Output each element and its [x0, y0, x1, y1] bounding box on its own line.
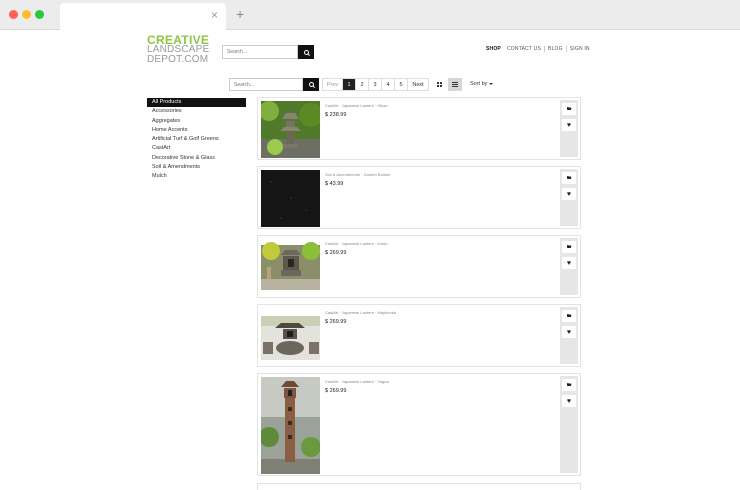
- add-to-cart-button[interactable]: [562, 379, 576, 391]
- list-view-icon: [452, 82, 458, 87]
- product-meta[interactable]: CastArt · Japanese Lantern · Mayhiruka: [325, 310, 396, 315]
- list-view-button[interactable]: [448, 78, 462, 91]
- cart-icon: [566, 107, 572, 110]
- product-image[interactable]: [261, 170, 320, 227]
- close-window-dot[interactable]: [9, 10, 18, 19]
- wishlist-button[interactable]: ♥: [562, 188, 576, 200]
- view-toggle: [432, 78, 462, 91]
- sidebar-item-accessories[interactable]: Accessories: [147, 107, 246, 116]
- minimize-window-dot[interactable]: [22, 10, 31, 19]
- maximize-window-dot[interactable]: [35, 10, 44, 19]
- grid-view-icon: [436, 82, 442, 87]
- browser-chrome: × +: [0, 0, 740, 30]
- sidebar-item-mulch[interactable]: Mulch: [147, 172, 246, 181]
- wishlist-button[interactable]: ♥: [562, 395, 576, 407]
- product-meta[interactable]: Soil & Amendments · Garden Builder: [325, 172, 390, 177]
- close-icon[interactable]: ×: [211, 8, 218, 22]
- product-card: Soil & Amendments · Garden Builder $ 43.…: [257, 166, 581, 229]
- heart-icon: ♥: [566, 328, 572, 336]
- product-meta[interactable]: CastArt · Japanese Lantern · Yagna: [325, 379, 389, 384]
- pagination-page-5[interactable]: 5: [395, 79, 408, 90]
- chevron-down-icon: [489, 82, 494, 85]
- pagination-next[interactable]: Next: [408, 79, 428, 90]
- product-price: $ 43.99: [325, 181, 344, 187]
- add-to-cart-button[interactable]: [562, 310, 576, 322]
- pagination: Prev 1 2 3 4 5 Next: [322, 78, 429, 91]
- top-nav: SHOP CONTACT US BLOG SIGN IN: [483, 46, 593, 52]
- search-icon: [308, 82, 314, 87]
- product-meta[interactable]: CastArt · Japanese Lantern · Kokin: [325, 241, 387, 246]
- product-image[interactable]: [261, 239, 320, 296]
- product-search: [229, 78, 319, 91]
- sidebar-item-aggregates[interactable]: Aggregates: [147, 117, 246, 126]
- product-image[interactable]: [261, 101, 320, 158]
- header-search-button[interactable]: [298, 45, 314, 59]
- sidebar-item-artificial-turf[interactable]: Artificial Turf & Golf Greens: [147, 135, 246, 144]
- wishlist-button[interactable]: ♥: [562, 119, 576, 131]
- heart-icon: ♥: [566, 397, 572, 405]
- product-meta[interactable]: CastArt · Japanese Lantern · Hikari: [325, 103, 388, 108]
- cart-icon: [566, 314, 572, 317]
- product-card: CastArt · Japanese Lantern · Yagna $ 269…: [257, 373, 581, 476]
- product-image[interactable]: [261, 377, 320, 474]
- nav-blog[interactable]: BLOG: [545, 46, 566, 52]
- product-image[interactable]: [261, 308, 320, 365]
- add-to-cart-button[interactable]: [562, 172, 576, 184]
- product-search-button[interactable]: [303, 78, 319, 91]
- add-to-cart-button[interactable]: [562, 241, 576, 253]
- cart-icon: [566, 245, 572, 248]
- logo-line-3: DEPOT.COM: [147, 54, 209, 65]
- plus-icon[interactable]: +: [236, 6, 244, 22]
- wishlist-button[interactable]: ♥: [562, 326, 576, 338]
- sidebar-item-soil-amendments[interactable]: Soil & Amendments: [147, 163, 246, 172]
- sidebar-item-all-products[interactable]: All Products: [147, 98, 246, 108]
- product-price: $ 269.99: [325, 250, 347, 256]
- product-price: $ 269.99: [325, 388, 347, 394]
- sidebar-item-home-accents[interactable]: Home Accents: [147, 126, 246, 135]
- product-card-partial: [257, 483, 581, 490]
- header-search: [222, 45, 314, 59]
- product-card: CastArt · Japanese Lantern · Kokin $ 269…: [257, 235, 581, 298]
- pagination-page-3[interactable]: 3: [369, 79, 382, 90]
- product-price: $ 269.99: [325, 319, 347, 325]
- heart-icon: ♥: [566, 259, 572, 267]
- product-actions: ♥: [560, 238, 578, 295]
- product-price: $ 238.99: [325, 112, 347, 118]
- pagination-page-4[interactable]: 4: [382, 79, 395, 90]
- category-sidebar: All Products Accessories Aggregates Home…: [147, 98, 246, 182]
- browser-tab[interactable]: ×: [60, 3, 226, 30]
- header-search-input[interactable]: [222, 45, 298, 59]
- site-logo[interactable]: CREATIVE LANDSCAPE DEPOT.COM: [147, 34, 209, 65]
- pagination-page-2[interactable]: 2: [356, 79, 369, 90]
- add-to-cart-button[interactable]: [562, 103, 576, 115]
- cart-icon: [566, 176, 572, 179]
- product-actions: ♥: [560, 307, 578, 364]
- sort-by-label: Sort by: [470, 81, 488, 87]
- sort-by-dropdown[interactable]: Sort by: [470, 81, 494, 87]
- grid-view-button[interactable]: [432, 78, 446, 91]
- heart-icon: ♥: [566, 190, 572, 198]
- nav-shop[interactable]: SHOP: [483, 46, 504, 52]
- product-card: CastArt · Japanese Lantern · Mayhiruka $…: [257, 304, 581, 367]
- product-card: CastArt · Japanese Lantern · Hikari $ 23…: [257, 97, 581, 160]
- search-icon: [303, 49, 309, 55]
- nav-contact-us[interactable]: CONTACT US: [504, 46, 544, 52]
- sidebar-item-castart[interactable]: CastArt: [147, 144, 246, 153]
- product-search-input[interactable]: [229, 78, 303, 91]
- heart-icon: ♥: [566, 121, 572, 129]
- product-actions: ♥: [560, 169, 578, 226]
- product-actions: ♥: [560, 100, 578, 157]
- pagination-page-1[interactable]: 1: [343, 79, 356, 90]
- wishlist-button[interactable]: ♥: [562, 257, 576, 269]
- pagination-prev[interactable]: Prev: [323, 79, 343, 90]
- cart-icon: [566, 383, 572, 386]
- nav-sign-in[interactable]: SIGN IN: [567, 46, 593, 52]
- sidebar-item-decorative-stone[interactable]: Decorative Stone & Glass: [147, 154, 246, 163]
- product-actions: ♥: [560, 376, 578, 473]
